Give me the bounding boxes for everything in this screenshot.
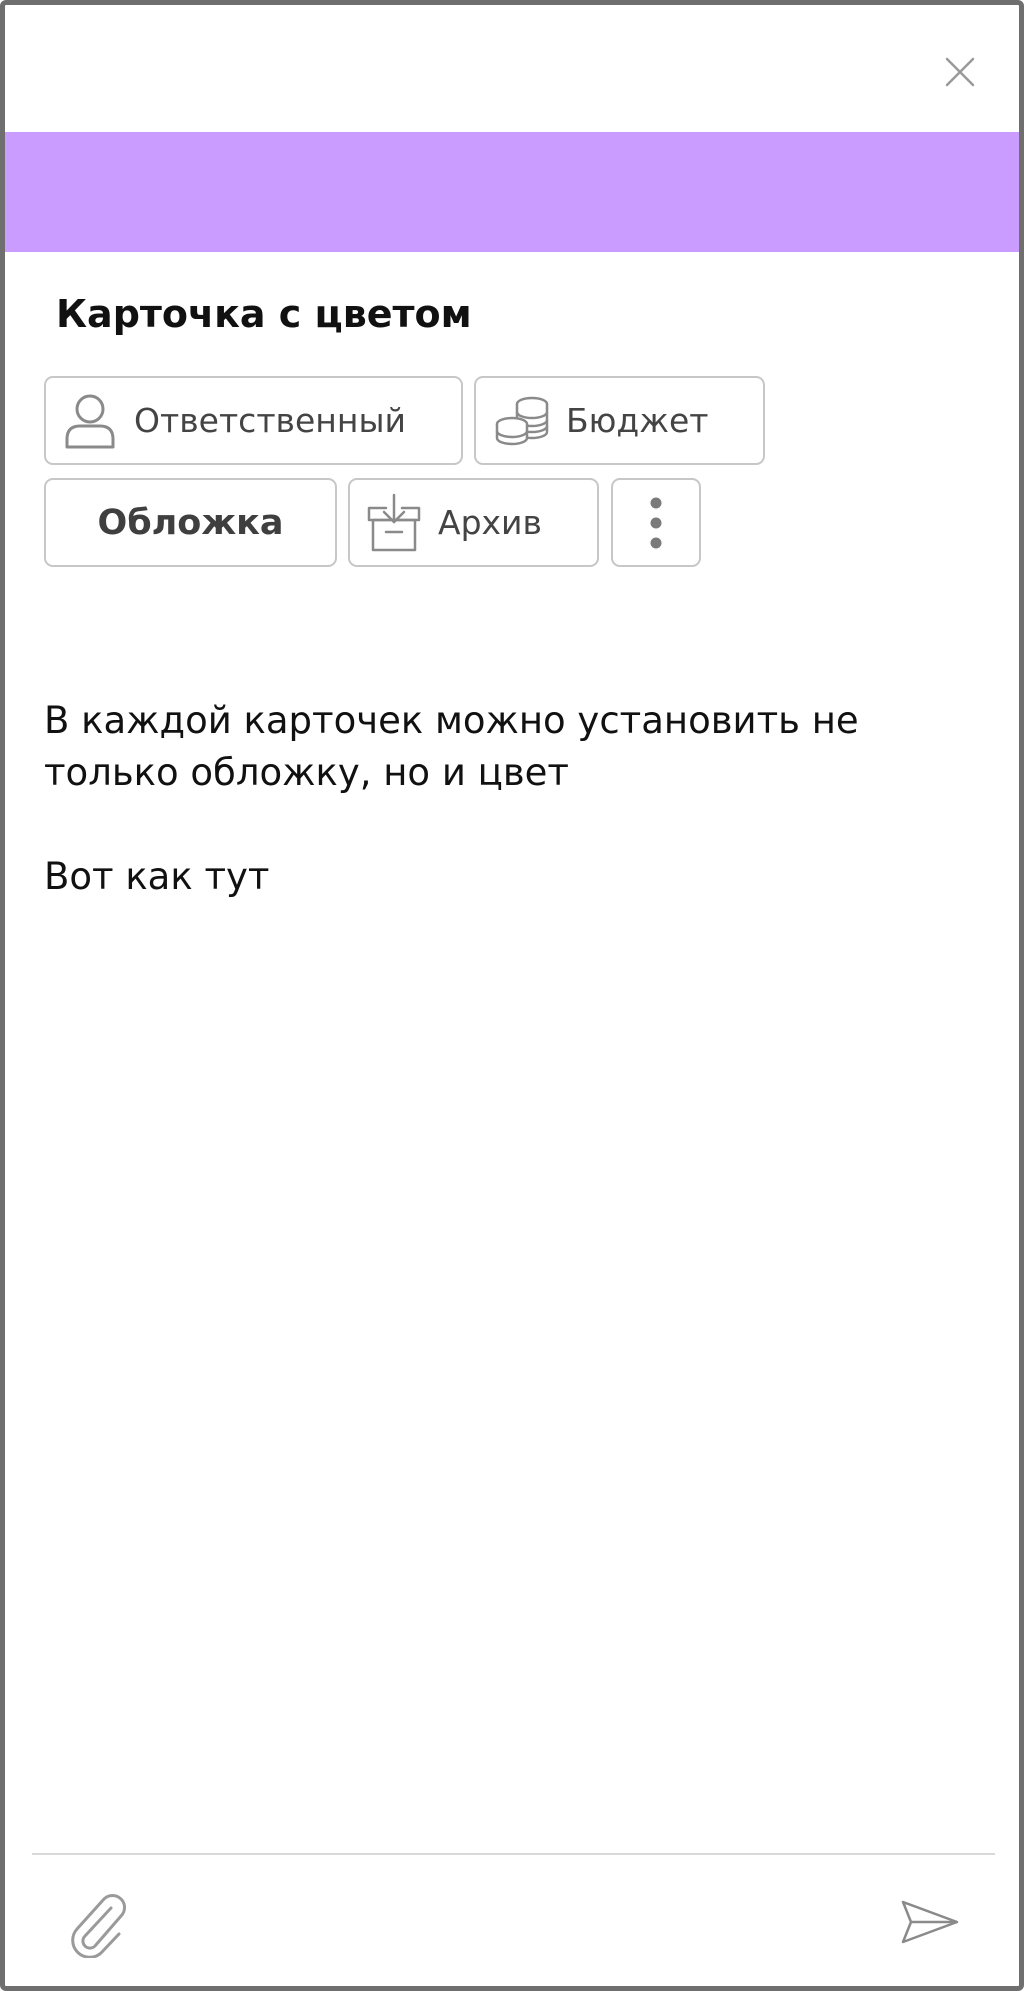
- send-icon: [901, 1900, 959, 1944]
- budget-button[interactable]: Бюджет: [474, 376, 765, 465]
- cover-button[interactable]: Обложка: [44, 478, 337, 567]
- archive-label: Архив: [438, 503, 542, 542]
- close-button[interactable]: [941, 53, 979, 91]
- card-description: В каждой карточек можно установить не то…: [44, 695, 984, 903]
- budget-label: Бюджет: [566, 401, 709, 440]
- close-icon: [945, 57, 975, 87]
- description-line: Вот как тут: [44, 855, 270, 898]
- more-vertical-icon: [650, 497, 662, 548]
- archive-icon: [364, 492, 424, 554]
- card-color-band: [5, 132, 1019, 252]
- more-button[interactable]: [611, 478, 701, 567]
- responsible-button[interactable]: Ответственный: [44, 376, 463, 465]
- paperclip-icon: [71, 1894, 126, 1959]
- description-line: В каждой карточек можно установить не то…: [44, 699, 859, 794]
- user-icon: [62, 391, 118, 451]
- cover-label: Обложка: [97, 502, 284, 543]
- send-button[interactable]: [899, 1897, 961, 1947]
- attach-button[interactable]: [67, 1890, 131, 1959]
- responsible-label: Ответственный: [134, 401, 406, 440]
- card-title: Карточка с цветом: [56, 292, 472, 336]
- comment-divider: [32, 1853, 995, 1855]
- coins-icon: [492, 392, 552, 450]
- archive-button[interactable]: Архив: [348, 478, 599, 567]
- card-window: Карточка с цветом Ответственный Бюджет О…: [0, 0, 1024, 1991]
